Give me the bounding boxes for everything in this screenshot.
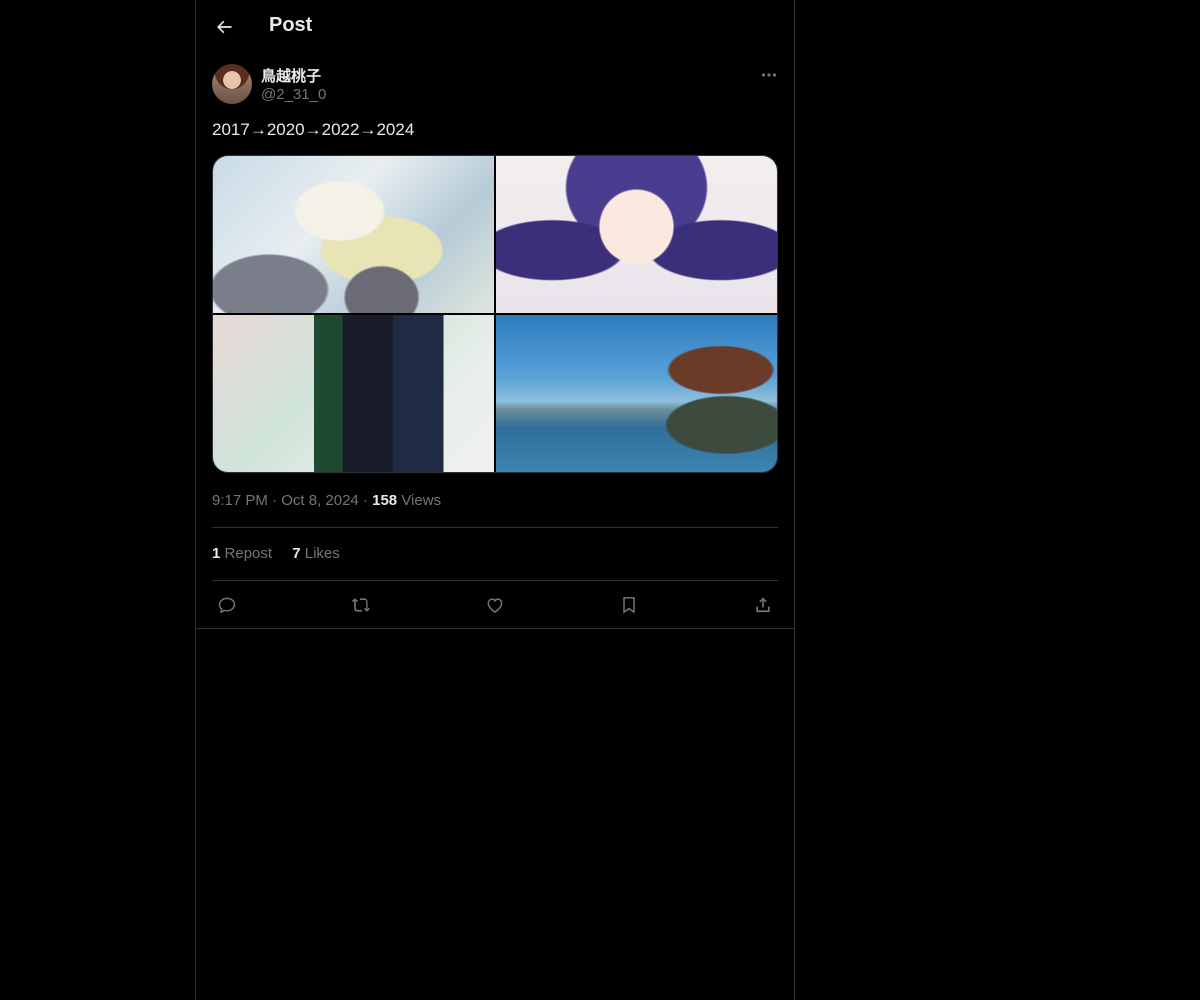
repost-icon — [351, 598, 370, 612]
green-jacket-illustration-image[interactable] — [213, 315, 494, 472]
divider — [196, 628, 794, 629]
post-column: Post 鳥越桃子 @2_31_0 2017→2020→2022→2024 9:… — [195, 0, 795, 1000]
watercolor-illustration-image[interactable] — [213, 156, 494, 313]
share-button[interactable] — [750, 592, 776, 618]
views-count: 158 — [372, 492, 398, 509]
post-date[interactable]: Oct 8, 2024 — [281, 492, 359, 509]
reposts-label: Repost — [224, 545, 273, 562]
reposts-count: 1 — [212, 545, 221, 562]
more-options-button[interactable] — [758, 64, 780, 86]
horse-girl-seaside-image[interactable] — [496, 315, 777, 472]
reply-icon — [218, 597, 236, 614]
bookmark-icon — [623, 597, 635, 614]
likes-label: Likes — [304, 545, 340, 562]
engagement-stats: 1 Repost 7 Likes — [212, 545, 356, 562]
meta-separator: · — [362, 492, 373, 509]
likes-count: 7 — [292, 545, 301, 562]
avatar[interactable] — [212, 64, 252, 104]
likes-stat[interactable]: 7 Likes — [292, 545, 340, 562]
meta-separator: · — [272, 492, 282, 509]
views-label: Views — [401, 492, 442, 509]
author-handle[interactable]: @2_31_0 — [261, 86, 326, 103]
arrow-left-icon — [217, 20, 232, 34]
page-title: Post — [269, 14, 313, 36]
divider — [212, 527, 778, 528]
more-icon — [761, 73, 777, 77]
author-name[interactable]: 鳥越桃子 — [261, 65, 321, 86]
post-text: 2017→2020→2022→2024 — [212, 120, 415, 139]
top-bar: Post — [196, 0, 794, 54]
media-grid — [212, 155, 778, 473]
action-bar — [212, 592, 778, 618]
divider — [212, 580, 778, 581]
post-meta: 9:17 PM · Oct 8, 2024 · 158 Views — [212, 492, 441, 509]
back-button[interactable] — [208, 11, 240, 43]
repost-button[interactable] — [348, 592, 374, 618]
like-button[interactable] — [482, 592, 508, 618]
like-icon — [487, 598, 503, 613]
bookmark-button[interactable] — [616, 592, 642, 618]
share-icon — [756, 597, 770, 613]
post-time[interactable]: 9:17 PM — [212, 492, 268, 509]
reposts-stat[interactable]: 1 Repost — [212, 545, 276, 562]
anime-girl-drawing-image[interactable] — [496, 156, 777, 313]
reply-button[interactable] — [214, 592, 240, 618]
